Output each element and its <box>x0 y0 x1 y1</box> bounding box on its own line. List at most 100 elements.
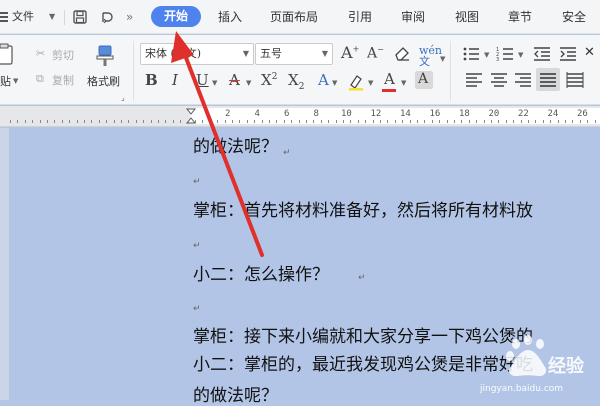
tab-insert[interactable]: 插入 <box>218 0 242 34</box>
ruler-number: 16 <box>429 109 441 119</box>
file-menu[interactable]: 文件 <box>12 0 34 34</box>
align-left-icon[interactable] <box>465 72 483 88</box>
ruler-tick <box>106 120 108 123</box>
align-right-icon[interactable] <box>514 72 532 88</box>
grow-font-icon[interactable]: A+ <box>341 43 359 62</box>
ruler-tick <box>121 120 122 123</box>
ruler-tick <box>232 120 233 123</box>
ruler-tick <box>98 120 100 123</box>
ruler-tick <box>594 120 596 123</box>
ruler-number: 4 <box>254 109 260 119</box>
chevron-down-icon[interactable]: ▼ <box>13 77 18 85</box>
numbering-icon[interactable]: 1 2 3 <box>496 45 516 63</box>
tab-start[interactable]: 开始 <box>151 6 201 27</box>
svg-text:3: 3 <box>496 57 499 63</box>
ruler-number: 14 <box>400 109 411 119</box>
ruler-tick <box>39 120 41 123</box>
chevron-down-icon[interactable]: ▼ <box>368 79 373 87</box>
menu-icon[interactable] <box>0 0 10 34</box>
chevron-down-icon[interactable]: ▼ <box>246 79 251 87</box>
tab-page-layout[interactable]: 页面布局 <box>270 0 318 34</box>
ruler-tick <box>461 120 463 123</box>
divider <box>450 41 451 101</box>
bold-icon[interactable]: B <box>145 71 158 89</box>
justify-button[interactable] <box>536 68 560 91</box>
copy-button[interactable]: 复制 <box>52 72 74 88</box>
font-size-select[interactable]: 五号 ▼ <box>255 43 333 65</box>
pinyin-icon[interactable]: wén 文 <box>419 45 442 67</box>
ruler-number: 24 <box>547 109 559 119</box>
scissors-icon[interactable]: ✂ <box>36 47 45 60</box>
ruler-tick <box>24 120 26 123</box>
shrink-font-icon[interactable]: A− <box>367 45 384 62</box>
format-painter-button[interactable]: 格式刷 <box>87 73 120 89</box>
decrease-indent-icon[interactable] <box>532 45 552 63</box>
subscript-icon[interactable]: X2 <box>288 71 304 92</box>
doc-line-1[interactable]: 的做法呢？ <box>193 132 278 157</box>
chevron-down-icon[interactable]: ▼ <box>440 55 445 63</box>
ruler-tick <box>320 120 322 123</box>
paste-button[interactable]: 贴 <box>0 73 11 89</box>
chevron-down-icon[interactable]: ▼ <box>484 51 489 59</box>
cut-button[interactable]: 剪切 <box>52 47 74 63</box>
expand-icon[interactable]: ⌟ <box>121 93 125 102</box>
ruler-tick <box>535 120 537 123</box>
chevron-down-icon[interactable]: ▼ <box>401 79 406 87</box>
ruler-tick <box>505 120 507 123</box>
text-direction-icon[interactable]: ✕ <box>584 45 595 60</box>
ruler-tick <box>365 120 367 123</box>
font-name-select[interactable]: 宋体 (正文) ▼ <box>140 43 254 65</box>
ruler-tick <box>372 120 374 123</box>
superscript-icon[interactable]: X2 <box>261 71 277 89</box>
ruler-number: 2 <box>225 109 231 119</box>
doc-line-5[interactable]: 小二：怎么操作？ <box>193 260 329 285</box>
paste-icon[interactable] <box>0 43 16 65</box>
undo-icon[interactable] <box>98 9 114 25</box>
align-center-icon[interactable] <box>490 72 508 88</box>
ruler-tick <box>402 120 404 123</box>
doc-line-9[interactable]: 的做法呢？ <box>193 381 278 406</box>
doc-line-3[interactable]: 掌柜：首先将材料准备好，然后将所有材料放 <box>193 196 533 221</box>
tab-security[interactable]: 安全 <box>562 0 586 34</box>
ruler-tick <box>587 120 589 123</box>
font-size-value: 五号 <box>260 47 282 60</box>
ruler-tick <box>17 120 19 123</box>
font-color-icon[interactable]: A <box>384 70 395 88</box>
paragraph-mark-icon: ↵ <box>283 148 291 158</box>
chevron-down-icon[interactable]: ▼ <box>332 79 337 87</box>
ruler-tick <box>54 120 56 123</box>
increase-indent-icon[interactable] <box>558 45 578 63</box>
tab-section[interactable]: 章节 <box>508 0 532 34</box>
ruler-tick <box>350 120 352 123</box>
ruler-tick <box>513 120 515 123</box>
chevron-down-icon[interactable]: ▼ <box>518 51 523 59</box>
ruler-tick <box>180 120 182 123</box>
text-effect-icon[interactable]: A <box>318 71 329 89</box>
menu-bar: 文件 ▼ » 开始 插入 页面布局 引用 审阅 视图 章节 安全 <box>0 0 600 34</box>
clear-format-icon[interactable] <box>393 45 411 61</box>
char-shading-icon[interactable]: A <box>415 71 433 89</box>
underline-icon[interactable]: U <box>196 71 209 89</box>
format-painter-icon[interactable] <box>95 45 115 67</box>
tab-review[interactable]: 审阅 <box>401 0 425 34</box>
ruler-tick <box>491 120 492 123</box>
font-name-value: 宋体 (正文) <box>145 47 202 60</box>
chevron-down-icon[interactable]: ▼ <box>212 79 217 87</box>
tab-view[interactable]: 视图 <box>455 0 479 34</box>
paragraph-mark-icon: ↵ <box>193 177 201 187</box>
more-icon[interactable]: » <box>126 0 133 34</box>
strikethrough-icon[interactable]: A <box>229 71 240 89</box>
distributed-align-icon[interactable] <box>566 72 584 88</box>
highlight-icon[interactable] <box>347 73 365 91</box>
copy-icon[interactable]: ⧉ <box>36 72 44 86</box>
chevron-down-icon[interactable]: ▼ <box>49 0 55 34</box>
ruler-tick <box>542 120 544 123</box>
bullets-icon[interactable] <box>462 45 482 63</box>
ruler-tick <box>291 120 293 123</box>
save-icon[interactable] <box>72 9 88 25</box>
ruler-tick <box>417 120 418 123</box>
tab-references[interactable]: 引用 <box>348 0 372 34</box>
italic-icon[interactable]: I <box>172 71 178 89</box>
divider <box>64 10 65 25</box>
ruler-tick <box>195 120 196 123</box>
